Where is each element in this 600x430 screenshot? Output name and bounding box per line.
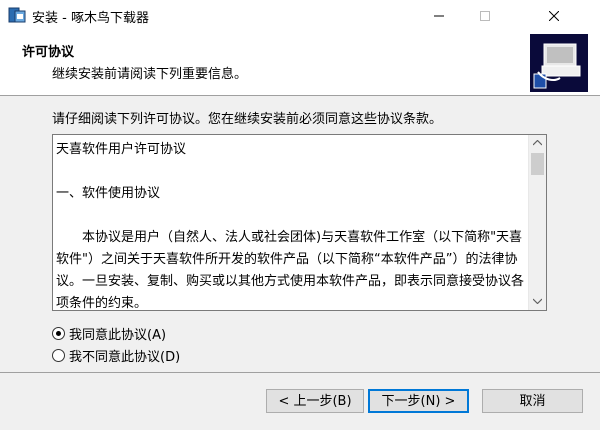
- footer-divider: [0, 372, 600, 373]
- page-subtitle: 继续安装前请阅读下列重要信息。: [52, 67, 248, 82]
- license-content: 天喜软件用户许可协议 一、软件使用协议 本协议是用户（自然人、法人或社会团体)与…: [56, 139, 526, 315]
- cancel-button[interactable]: 取消: [482, 389, 583, 413]
- back-button[interactable]: < 上一步(B): [266, 389, 364, 413]
- title-bar: 安装 - 啄木鸟下载器: [0, 0, 600, 31]
- accept-radio[interactable]: [52, 326, 65, 340]
- minimize-button[interactable]: [416, 0, 462, 31]
- installer-app-icon: [8, 6, 26, 24]
- installer-window: 安装 - 啄木鸟下载器 许可协议 继续安装前请阅读下列重要信息。 请仔细阅读下列…: [0, 0, 600, 430]
- decline-radio-label[interactable]: 我不同意此协议(D): [69, 346, 180, 365]
- chevron-down-icon: [533, 298, 542, 304]
- scroll-down-button[interactable]: [529, 293, 546, 310]
- chevron-up-icon: [533, 140, 542, 146]
- computer-install-logo: [530, 34, 588, 92]
- wizard-header: 许可协议 继续安装前请阅读下列重要信息。: [0, 31, 600, 96]
- license-line: 一、软件使用协议: [56, 186, 161, 201]
- license-line: 本协议是用户（自然人、法人或社会团体)与天喜软件工作室（以下简称"天喜软件"）之…: [56, 230, 525, 311]
- window-title: 安装 - 啄木鸟下载器: [32, 11, 149, 26]
- decline-radio-option[interactable]: 我不同意此协议(D): [52, 346, 180, 365]
- next-button[interactable]: 下一步(N) >: [368, 389, 469, 413]
- close-icon: [549, 10, 559, 21]
- close-button[interactable]: [508, 0, 600, 31]
- accept-radio-label[interactable]: 我同意此协议(A): [69, 324, 166, 343]
- decline-radio[interactable]: [52, 348, 65, 362]
- vertical-scrollbar[interactable]: [528, 135, 546, 310]
- license-text-box[interactable]: 天喜软件用户许可协议 一、软件使用协议 本协议是用户（自然人、法人或社会团体)与…: [52, 134, 547, 311]
- license-line: [56, 205, 526, 227]
- license-line: [56, 161, 526, 183]
- accept-radio-option[interactable]: 我同意此协议(A): [52, 324, 166, 343]
- license-line: 天喜软件用户许可协议: [56, 142, 187, 157]
- instruction-text: 请仔细阅读下列许可协议。您在继续安装前必须同意这些协议条款。: [52, 112, 443, 127]
- maximize-icon: [480, 10, 490, 21]
- scroll-up-button[interactable]: [529, 135, 546, 152]
- scroll-thumb[interactable]: [531, 153, 544, 175]
- page-title: 许可协议: [22, 45, 75, 60]
- maximize-button[interactable]: [462, 0, 508, 31]
- minimize-icon: [434, 15, 444, 16]
